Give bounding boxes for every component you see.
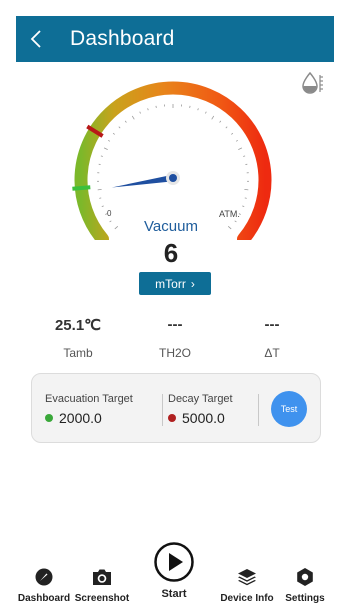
camera-icon [93,569,111,585]
humidity-button[interactable] [300,70,326,96]
gauge-tick [124,120,127,123]
gauge-tick [238,147,243,150]
app-header: Dashboard [16,16,334,62]
gauge-tick [235,139,239,142]
nav-settings[interactable]: Settings [274,566,336,603]
reading-value: 25.1℃ [54,317,102,334]
reading-label: ΔT [264,346,280,360]
gauge-tick [211,115,215,120]
gear-icon [297,568,313,586]
gauge-tick [139,111,141,114]
play-icon [154,542,194,582]
readings-row: 25.1℃ Tamb --- TH2O --- ΔT [0,316,342,366]
water-drop-icon [302,71,323,94]
gauge-tick [131,115,135,120]
reading-value: --- [167,316,183,333]
nav-device-info-label: Device Info [220,593,274,603]
unit-selector-button[interactable]: mTorr › [139,272,211,295]
gauge-tick [99,197,102,199]
gauge-tick [155,105,157,108]
nav-dashboard[interactable]: Dashboard [13,566,75,603]
bottom-nav: Dashboard Screenshot Start Device Info S… [0,535,342,603]
reading-tamb: 25.1℃ Tamb [33,316,123,360]
evacuation-target[interactable]: Evacuation Target 2000.0 [45,393,133,426]
decay-target-label: Decay Target [168,393,233,405]
gauge-hub-center [169,174,177,182]
gauge-tick [205,111,207,114]
gauge-tick [244,197,247,199]
reading-th2o: --- TH2O [130,316,220,360]
evacuation-target-value: 2000.0 [59,410,102,426]
nav-start-label: Start [161,588,187,600]
targets-card: Evacuation Target 2000.0 Decay Target 50… [31,373,321,443]
gauge-min-label: 0 [107,209,112,218]
evacuation-target-label: Evacuation Target [45,393,133,405]
gauge-needle [111,174,174,188]
nav-screenshot[interactable]: Screenshot [71,566,133,603]
gauge-tick [112,132,115,135]
gauge-tick [231,132,234,135]
gauge-tick [103,147,108,150]
nav-screenshot-label: Screenshot [74,593,130,603]
reading-label: TH2O [158,346,191,360]
gauge-tick [97,189,102,191]
reading-value: --- [264,316,280,333]
layers-icon [238,569,256,586]
nav-start[interactable]: Start [143,541,205,600]
vacuum-value: 6 [163,238,179,268]
nav-device-info[interactable]: Device Info [216,566,278,603]
nav-settings-label: Settings [285,593,325,603]
gauge-tick [243,155,246,157]
reading-delta-t: --- ΔT [227,316,317,360]
divider [258,394,259,426]
page-title: Dashboard [70,27,175,50]
decay-target[interactable]: Decay Target 5000.0 [168,393,233,426]
divider [162,394,163,426]
gauge-tick [197,108,199,111]
gauge-tick [244,189,249,191]
gauge-marker-green [72,185,91,191]
decay-target-value: 5000.0 [182,410,225,426]
gauge-tick [219,120,222,123]
decay-status-dot [168,414,176,422]
vacuum-gauge: 0 ATM. [72,81,272,240]
test-button[interactable]: Test [271,391,307,427]
reading-label: Tamb [63,346,93,360]
evacuation-status-dot [45,414,53,422]
unit-label: mTorr [155,276,186,291]
gauge-tick [101,205,104,207]
gauge-label: Vacuum [144,218,198,235]
gauge-tick [242,205,245,207]
gauge-tick [189,105,191,108]
gauge-tick [225,126,228,129]
gauge-tick [107,139,111,142]
gauge-icon [35,568,53,586]
gauge-tick [147,108,149,111]
chevron-left-icon [30,30,41,48]
gauge-tick [118,126,121,129]
nav-dashboard-label: Dashboard [17,593,71,603]
back-button[interactable] [16,16,56,62]
gauge-tick [100,155,103,157]
chevron-right-icon: › [190,276,195,291]
